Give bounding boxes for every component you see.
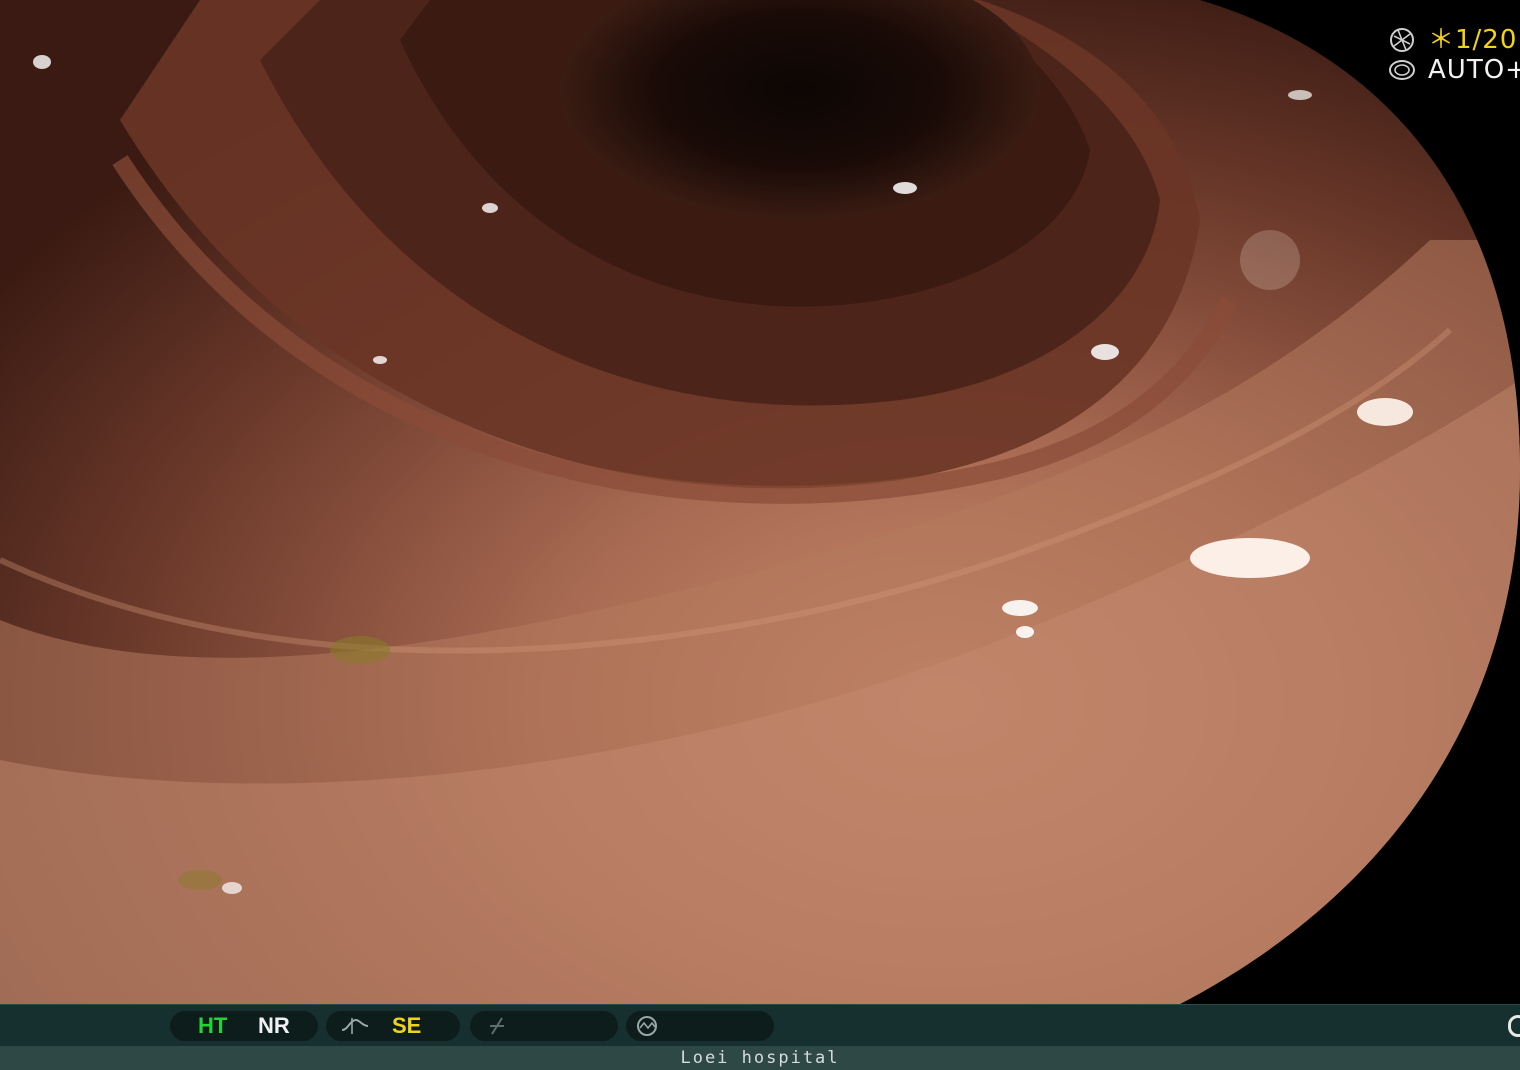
scope-indicator [626, 1011, 774, 1041]
shutter-value: ＊1/20 [1428, 26, 1518, 55]
exposure-overlay: ＊1/20 AUTO+ [1388, 26, 1520, 90]
shutter-row: ＊1/20 [1388, 26, 1517, 54]
endoscopic-image [0, 0, 1520, 1004]
footer-bar: Loei hospital [0, 1046, 1520, 1070]
se-indicator: SE [326, 1011, 460, 1041]
ht-nr-indicator: HT NR [170, 1011, 318, 1041]
mode-row: AUTO+ [1388, 56, 1520, 84]
mode-value: AUTO+ [1428, 55, 1520, 85]
nr-label: NR [258, 1013, 290, 1038]
scope-icon [632, 1016, 662, 1036]
fx-slash-icon [484, 1016, 514, 1036]
enhance-curve-icon [340, 1016, 370, 1036]
edge-indicator-icon [1508, 1015, 1520, 1037]
fx-indicator [470, 1011, 618, 1041]
iris-icon [1388, 56, 1416, 84]
status-bar: HT NR SE [0, 1004, 1520, 1047]
aperture-icon [1388, 26, 1416, 54]
ht-label: HT [198, 1013, 228, 1038]
se-label: SE [392, 1013, 422, 1038]
endoscopy-screen: ＊1/20 AUTO+ HT NR SE Loei hospital [0, 0, 1520, 1070]
hospital-name: Loei hospital [680, 1048, 840, 1068]
